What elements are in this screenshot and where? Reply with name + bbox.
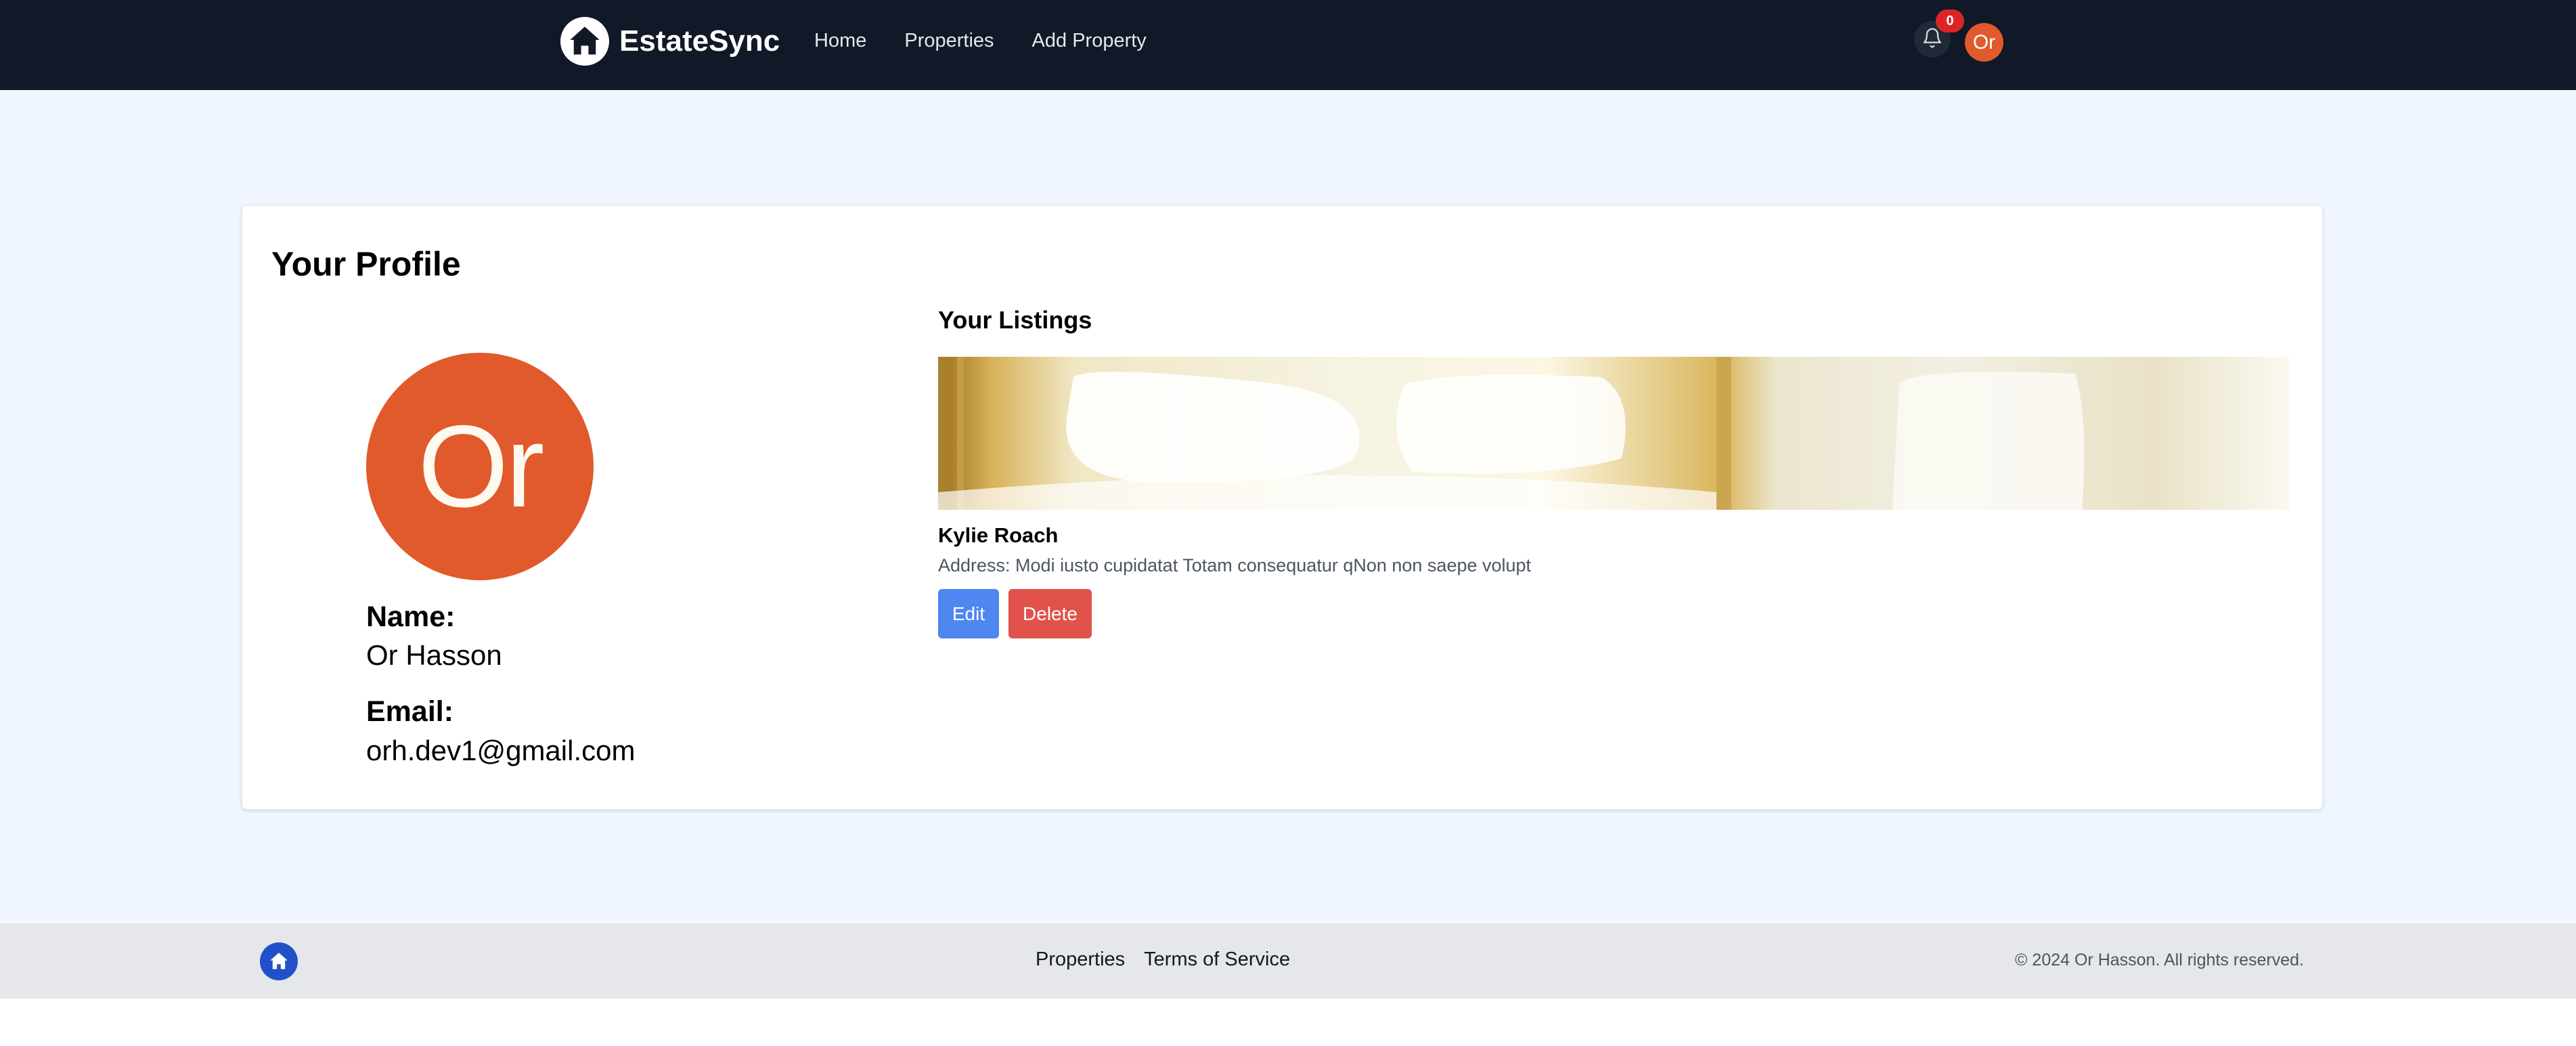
page-title: Your Profile [271,245,461,283]
footer-nav: Properties Terms of Service [1036,949,1290,971]
footer-link-terms[interactable]: Terms of Service [1144,949,1290,971]
name-value: Or Hasson [366,639,502,671]
email-label: Email: [366,695,454,728]
listing-address: Address: Modi iusto cupidatat Totam cons… [938,555,1532,575]
home-icon[interactable] [260,942,298,980]
name-label: Name: [366,601,456,633]
brand-link[interactable]: EstateSync [560,16,780,66]
home-icon [560,17,609,66]
profile-card: Your Profile Or Name: Or Hasson Email: o… [242,205,2323,810]
listing-name: Kylie Roach [938,523,1059,547]
footer: Properties Terms of Service © 2024 Or Ha… [0,923,2576,999]
email-value: orh.dev1@gmail.com [366,735,636,766]
copyright-text: © 2024 Or Hasson. All rights reserved. [2015,951,2304,969]
nav-home[interactable]: Home [814,27,866,54]
notification-count-badge: 0 [1936,9,1964,32]
user-avatar-button[interactable]: Or [1965,23,2003,62]
edit-listing-button[interactable]: Edit [938,589,999,638]
nav-add-property[interactable]: Add Property [1032,27,1147,54]
navbar: EstateSync Home Properties Add Property … [0,0,2576,90]
profile-avatar: Or [366,353,594,580]
main-nav: Home Properties Add Property [814,27,1147,54]
listings-title: Your Listings [938,306,1092,334]
nav-properties[interactable]: Properties [904,27,994,54]
delete-listing-button[interactable]: Delete [1008,589,1092,638]
footer-link-properties[interactable]: Properties [1036,949,1125,971]
page-bottom [0,999,2576,1046]
bell-icon [1922,27,1943,52]
listing-image [938,357,2290,510]
brand-name: EstateSync [619,24,780,58]
